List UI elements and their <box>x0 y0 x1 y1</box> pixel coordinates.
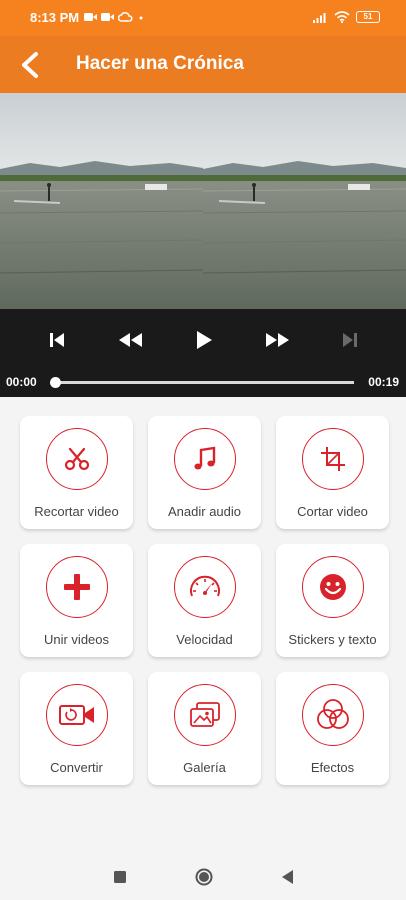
circle-icon <box>195 868 213 886</box>
video-player[interactable]: 00:00 00:19 <box>0 93 406 397</box>
trim-video-icon-circle <box>46 428 108 490</box>
add-audio-label: Anadir audio <box>168 504 241 519</box>
cloud-icon <box>118 12 133 22</box>
convert-icon-circle <box>46 684 108 746</box>
page-title: Hacer una Crónica <box>76 53 244 74</box>
crop-video-label: Cortar video <box>297 504 368 519</box>
square-icon <box>114 871 126 883</box>
crop-video-card[interactable]: Cortar video <box>276 416 389 529</box>
stickers-text-label: Stickers y texto <box>288 632 377 647</box>
add-audio-icon-circle <box>174 428 236 490</box>
fast-forward-icon <box>266 333 289 347</box>
speedometer-icon <box>190 575 220 597</box>
action-grid: Recortar video Anadir audio Cortar video <box>0 397 406 852</box>
app-bar: Hacer una Crónica <box>0 36 406 93</box>
crop-video-icon-circle <box>302 428 364 490</box>
rewind-button[interactable] <box>113 323 147 357</box>
wifi-icon <box>334 11 350 23</box>
seek-bar[interactable] <box>50 377 354 388</box>
back-button[interactable] <box>14 48 48 82</box>
status-bar: 8:13 PM 51 <box>0 0 406 36</box>
system-nav-bar <box>0 852 406 900</box>
rewind-icon <box>119 333 142 347</box>
convert-card[interactable]: Convertir <box>20 672 133 785</box>
skip-previous-icon <box>50 333 64 347</box>
speed-label: Velocidad <box>176 632 233 647</box>
status-time: 8:13 PM <box>30 10 80 25</box>
effects-icon <box>317 699 349 729</box>
gallery-card[interactable]: Galería <box>148 672 261 785</box>
skip-next-button[interactable] <box>333 323 367 357</box>
play-button[interactable] <box>187 323 221 357</box>
play-icon <box>197 331 212 349</box>
back-nav-button[interactable] <box>277 866 299 888</box>
video-icon <box>101 13 114 21</box>
triangle-back-icon <box>282 870 293 884</box>
skip-next-icon <box>343 333 357 347</box>
crop-icon <box>321 447 345 471</box>
effects-icon-circle <box>302 684 364 746</box>
trim-video-card[interactable]: Recortar video <box>20 416 133 529</box>
camera-convert-icon <box>59 705 94 725</box>
effects-label: Efectos <box>310 760 355 775</box>
stickers-text-card[interactable]: Stickers y texto <box>276 544 389 657</box>
system-icons: 51 <box>313 10 380 24</box>
plus-icon <box>64 574 90 600</box>
trim-video-label: Recortar video <box>34 504 119 519</box>
join-videos-icon-circle <box>46 556 108 618</box>
speed-card[interactable]: Velocidad <box>148 544 261 657</box>
join-videos-card[interactable]: Unir videos <box>20 544 133 657</box>
gallery-icon-circle <box>174 684 236 746</box>
player-controls: 00:00 00:19 <box>0 309 406 397</box>
scissors-icon <box>64 447 90 471</box>
convert-label: Convertir <box>50 760 103 775</box>
notification-icons <box>84 10 145 24</box>
stickers-text-icon-circle <box>302 556 364 618</box>
join-videos-label: Unir videos <box>43 632 110 647</box>
battery-icon: 51 <box>356 11 380 23</box>
home-button[interactable] <box>193 866 215 888</box>
current-time: 00:00 <box>6 375 37 389</box>
video-icon <box>84 13 97 21</box>
effects-card[interactable]: Efectos <box>276 672 389 785</box>
add-audio-card[interactable]: Anadir audio <box>148 416 261 529</box>
fast-forward-button[interactable] <box>261 323 295 357</box>
gallery-label: Galería <box>183 760 226 775</box>
seek-bar-thumb[interactable] <box>50 377 61 388</box>
speed-icon-circle <box>174 556 236 618</box>
music-note-icon <box>194 446 216 470</box>
recents-button[interactable] <box>109 866 131 888</box>
skip-previous-button[interactable] <box>40 323 74 357</box>
smiley-icon <box>320 574 346 600</box>
total-time: 00:19 <box>368 375 399 389</box>
signal-icon <box>313 13 326 23</box>
dot-icon <box>139 16 143 20</box>
gallery-icon <box>190 702 220 727</box>
back-arrow-icon <box>22 52 38 78</box>
video-preview[interactable] <box>0 93 406 309</box>
